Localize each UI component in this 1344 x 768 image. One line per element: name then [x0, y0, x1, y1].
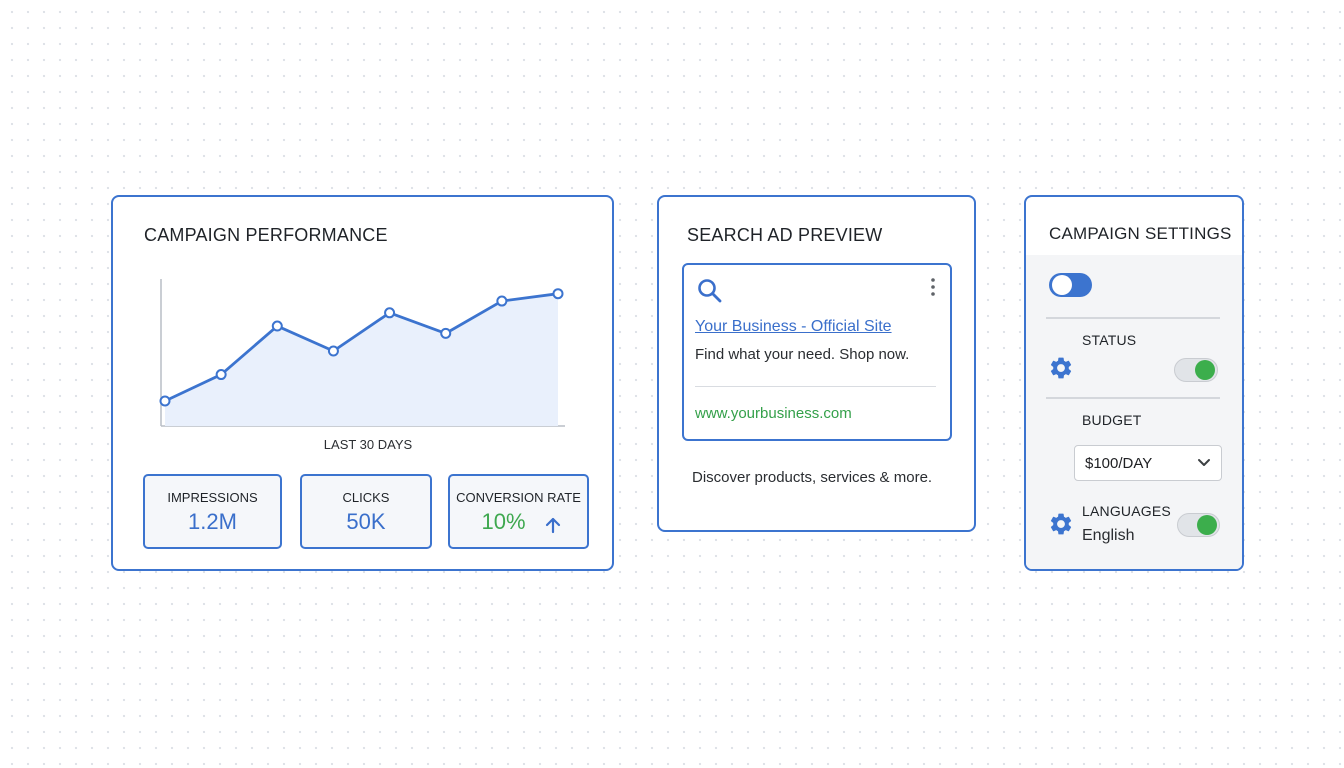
chart-area-fill [165, 293, 558, 426]
languages-label: LANGUAGES [1082, 503, 1171, 519]
status-label: STATUS [1082, 332, 1137, 348]
ad-headline-link[interactable]: Your Business - Official Site [695, 318, 892, 336]
toggle-knob [1052, 275, 1072, 295]
kebab-menu-icon[interactable] [930, 277, 936, 297]
ad-divider [695, 386, 936, 387]
gear-icon [1050, 357, 1072, 379]
ad-preview-title: SEARCH AD PREVIEW [687, 225, 883, 245]
chevron-down-icon [1198, 459, 1210, 466]
gear-icon [1050, 513, 1072, 535]
clicks-label: CLICKS [342, 490, 390, 505]
impressions-label: IMPRESSIONS [167, 490, 258, 505]
campaign-master-toggle[interactable] [1049, 273, 1092, 297]
languages-value: English [1082, 527, 1135, 544]
chart-point-6 [440, 327, 452, 339]
settings-title: CAMPAIGN SETTINGS [1049, 224, 1232, 243]
arrow-up-icon [545, 517, 561, 534]
campaign-performance-card: CAMPAIGN PERFORMANCE LAST 30 DAYS IMPRES… [111, 195, 614, 571]
chart-point-5 [384, 307, 396, 319]
ad-footer-text: Discover products, services & more. [692, 469, 933, 486]
clicks-value: 50K [346, 509, 386, 534]
chart-point-8 [552, 288, 564, 300]
settings-divider [1046, 317, 1220, 319]
chart-point-3 [271, 320, 283, 332]
conversion-rate-label: CONVERSION RATE [456, 490, 581, 505]
conversion-rate-value: 10% [481, 509, 526, 534]
chart-point-4 [327, 345, 339, 357]
settings-body: STATUS BUDGET $100/DAY LANGUAGES English [1026, 255, 1242, 569]
ad-display-url: www.yourbusiness.com [695, 405, 852, 422]
impressions-stat: IMPRESSIONS 1.2M [143, 474, 282, 549]
budget-select[interactable]: $100/DAY [1074, 445, 1222, 481]
chart-point-2 [215, 369, 227, 381]
search-ad-preview-card: SEARCH AD PREVIEW Your Business - Offici… [657, 195, 976, 532]
campaign-settings-card: CAMPAIGN SETTINGS STATUS BUDGET $100/DAY… [1024, 195, 1244, 571]
ad-preview-box: Your Business - Official Site Find what … [682, 263, 952, 441]
budget-label: BUDGET [1082, 412, 1142, 428]
clicks-stat: CLICKS 50K [300, 474, 432, 549]
chart-point-7 [496, 295, 508, 307]
ad-description: Find what your need. Shop now. [695, 346, 910, 363]
impressions-value: 1.2M [188, 509, 237, 534]
toggle-knob [1195, 360, 1215, 380]
status-toggle[interactable] [1174, 358, 1218, 382]
search-icon [698, 279, 722, 303]
budget-select-value: $100/DAY [1085, 455, 1153, 472]
languages-toggle[interactable] [1177, 513, 1220, 537]
chart-point-1 [159, 395, 171, 407]
settings-divider [1046, 397, 1220, 399]
toggle-knob [1197, 515, 1217, 535]
x-axis-label: LAST 30 DAYS [323, 437, 413, 452]
conversion-rate-stat: CONVERSION RATE 10% [448, 474, 589, 549]
